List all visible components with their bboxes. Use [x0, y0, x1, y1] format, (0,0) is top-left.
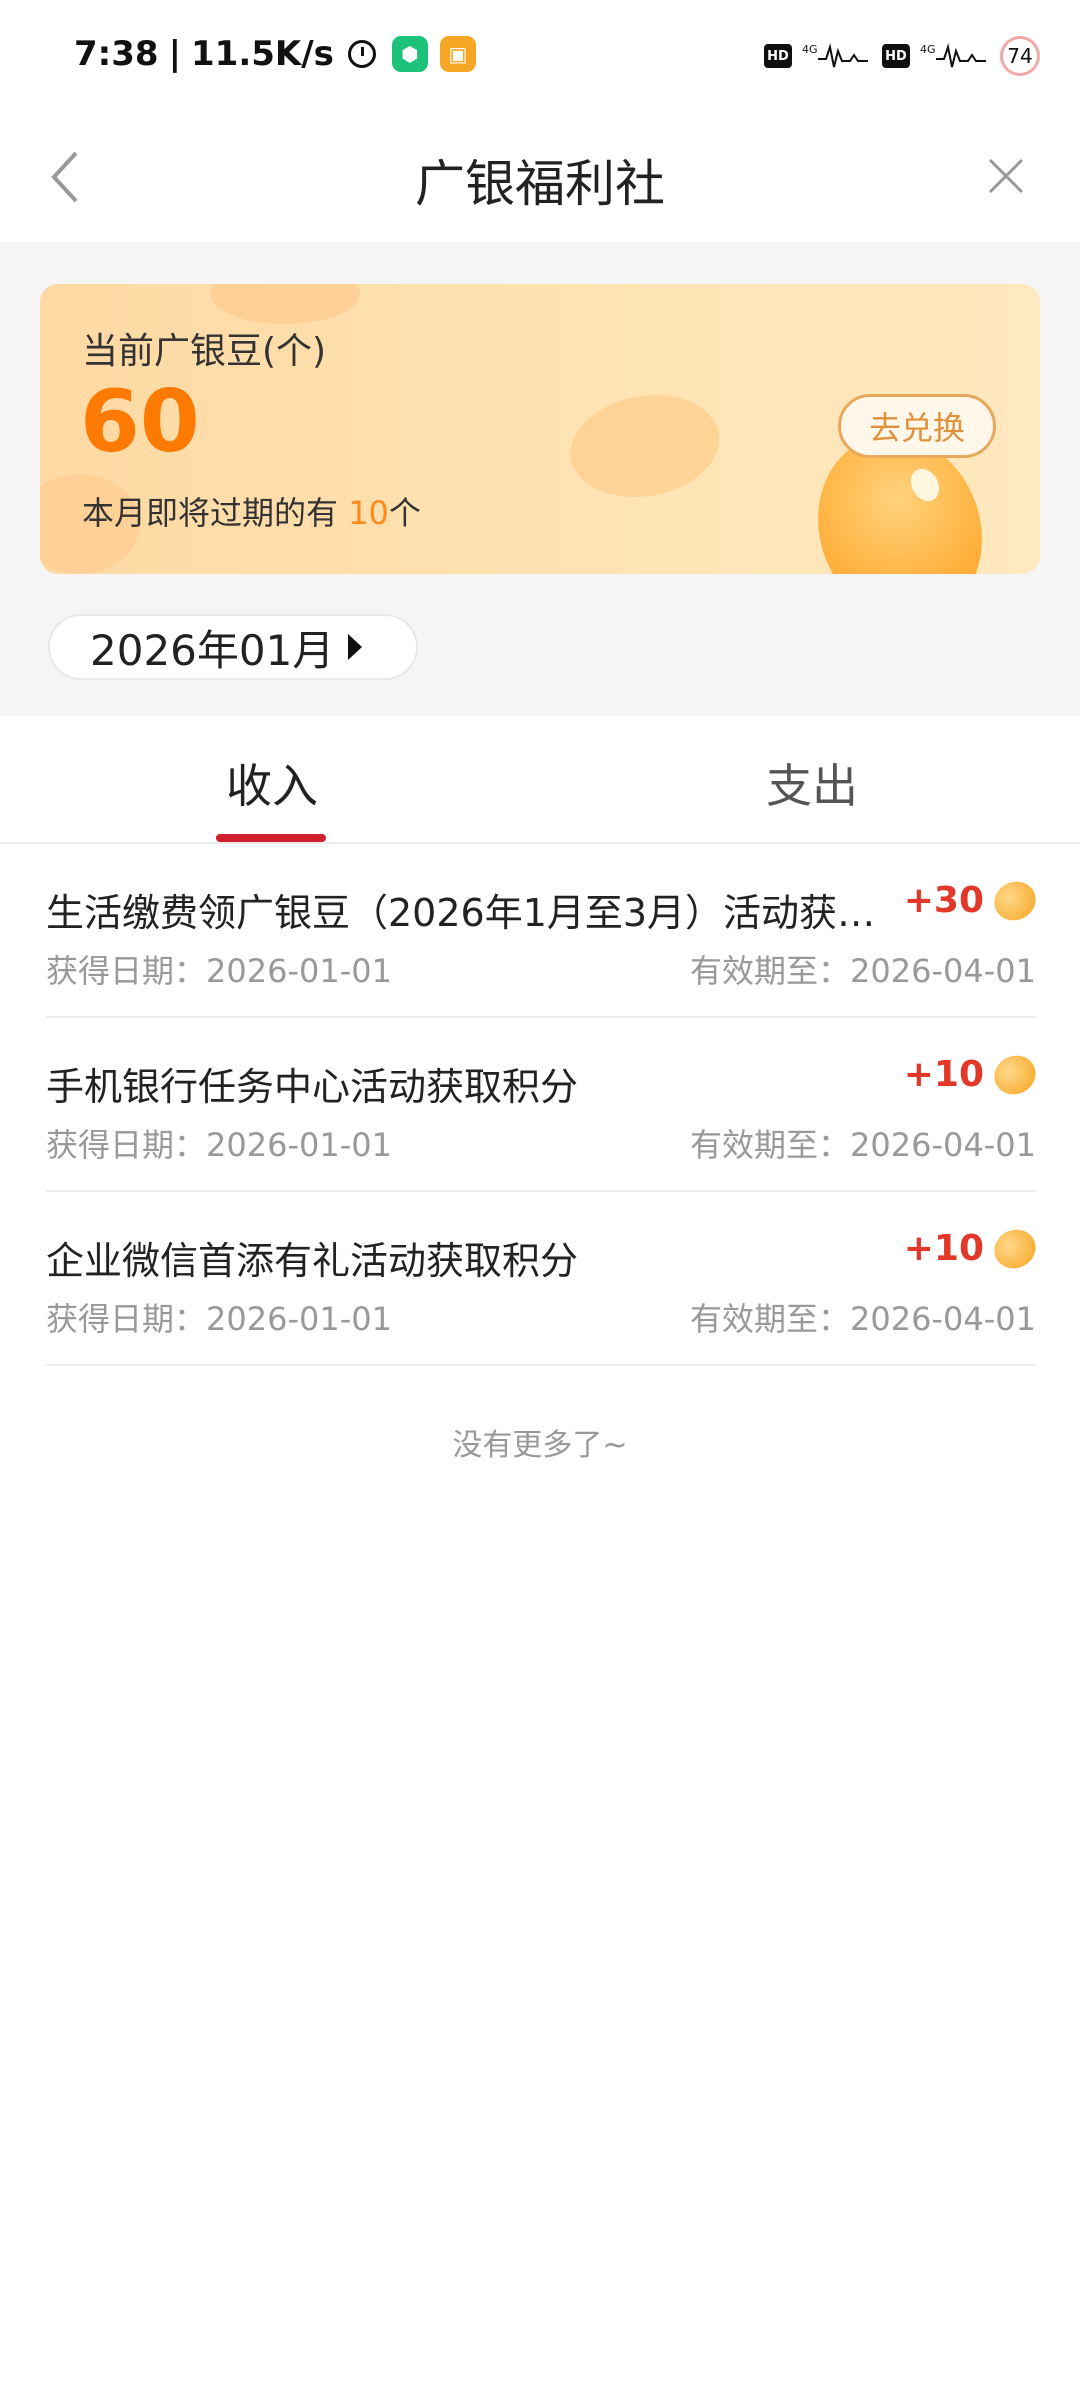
- status-left: 7:38 | 11.5K/s ⬢ ▣: [74, 34, 476, 74]
- record-points: +30: [903, 874, 1043, 927]
- month-picker[interactable]: 2026年01月: [48, 614, 418, 680]
- list-item: 企业微信首添有礼活动获取积分 +10 获得日期：2026-01-01 有效期至：…: [46, 1192, 1043, 1366]
- hd-badge-2: HD: [882, 44, 910, 68]
- record-title: 生活缴费领广银豆（2026年1月至3月）活动获取积分: [46, 891, 906, 935]
- tab-income[interactable]: 收入: [226, 750, 318, 816]
- page-title: 广银福利社: [415, 155, 665, 213]
- record-title: 企业微信首添有礼活动获取积分: [46, 1239, 579, 1283]
- expiring-notice: 本月即将过期的有 10个: [82, 488, 421, 534]
- status-bar: 7:38 | 11.5K/s ⬢ ▣ HD 4G HD 4G 74: [0, 0, 1080, 118]
- bean-icon: [987, 874, 1043, 927]
- tab-expense[interactable]: 支出: [766, 750, 858, 816]
- points-value: +10: [903, 1054, 984, 1095]
- signal-icon: 4G: [802, 43, 868, 68]
- bean-balance-card: 当前广银豆(个) 60 本月即将过期的有 10个 去兑换: [40, 284, 1040, 574]
- close-x-icon: [988, 158, 1024, 194]
- status-separator: |: [168, 34, 181, 74]
- alarm-icon: [347, 40, 376, 68]
- redeem-button[interactable]: 去兑换: [838, 394, 996, 458]
- expiring-prefix: 本月即将过期的有: [82, 494, 349, 532]
- expiring-suffix: 个: [388, 494, 421, 532]
- nav-bar: 广银福利社: [0, 118, 1080, 242]
- close-icon[interactable]: [976, 146, 1036, 206]
- list-item: 手机银行任务中心活动获取积分 +10 获得日期：2026-01-01 有效期至：…: [46, 1018, 1043, 1192]
- svg-text:4G: 4G: [802, 43, 818, 56]
- income-record-list: 生活缴费领广银豆（2026年1月至3月）活动获取积分 +30 获得日期：2026…: [46, 844, 1043, 1366]
- record-date: 获得日期：2026-01-01: [46, 1126, 392, 1164]
- no-more-text: 没有更多了~: [452, 1428, 628, 1463]
- points-value: +10: [903, 1228, 984, 1269]
- record-date: 获得日期：2026-01-01: [46, 1300, 392, 1338]
- hd-badge: HD: [764, 44, 792, 68]
- bean-icon: [987, 1222, 1043, 1275]
- status-right: HD 4G HD 4G 74: [764, 36, 1040, 76]
- record-expiry: 有效期至：2026-04-01: [690, 1300, 1036, 1338]
- month-picker-value: 2026年01月: [90, 625, 335, 675]
- shield-app-icon: ⬢: [391, 36, 428, 72]
- svg-text:4G: 4G: [920, 43, 936, 56]
- tab-bar: 收入 支出: [0, 716, 1080, 844]
- record-points: +10: [903, 1222, 1043, 1275]
- decorative-bean-icon: [210, 284, 360, 324]
- signal-icon-2: 4G: [920, 43, 986, 68]
- battery-icon: 74: [1000, 36, 1040, 76]
- bean-balance-count: 60: [80, 372, 200, 472]
- summary-area: 当前广银豆(个) 60 本月即将过期的有 10个 去兑换 2026年01月: [0, 242, 1080, 716]
- list-item: 生活缴费领广银豆（2026年1月至3月）活动获取积分 +30 获得日期：2026…: [46, 844, 1043, 1018]
- record-expiry: 有效期至：2026-04-01: [690, 1126, 1036, 1164]
- gallery-app-icon: ▣: [439, 36, 476, 72]
- bean-balance-label: 当前广银豆(个): [82, 331, 327, 372]
- caret-right-icon: [348, 634, 363, 660]
- status-network-speed: 11.5K/s: [191, 34, 334, 74]
- record-date: 获得日期：2026-01-01: [46, 952, 392, 990]
- bean-icon: [987, 1048, 1043, 1101]
- expiring-count: 10: [348, 494, 389, 532]
- points-value: +30: [903, 880, 984, 921]
- decorative-bean-icon: [562, 383, 728, 509]
- record-points: +10: [903, 1048, 1043, 1101]
- active-tab-indicator: [216, 834, 326, 842]
- record-title: 手机银行任务中心活动获取积分: [46, 1065, 579, 1109]
- record-expiry: 有效期至：2026-04-01: [690, 952, 1036, 990]
- status-time: 7:38: [74, 34, 159, 74]
